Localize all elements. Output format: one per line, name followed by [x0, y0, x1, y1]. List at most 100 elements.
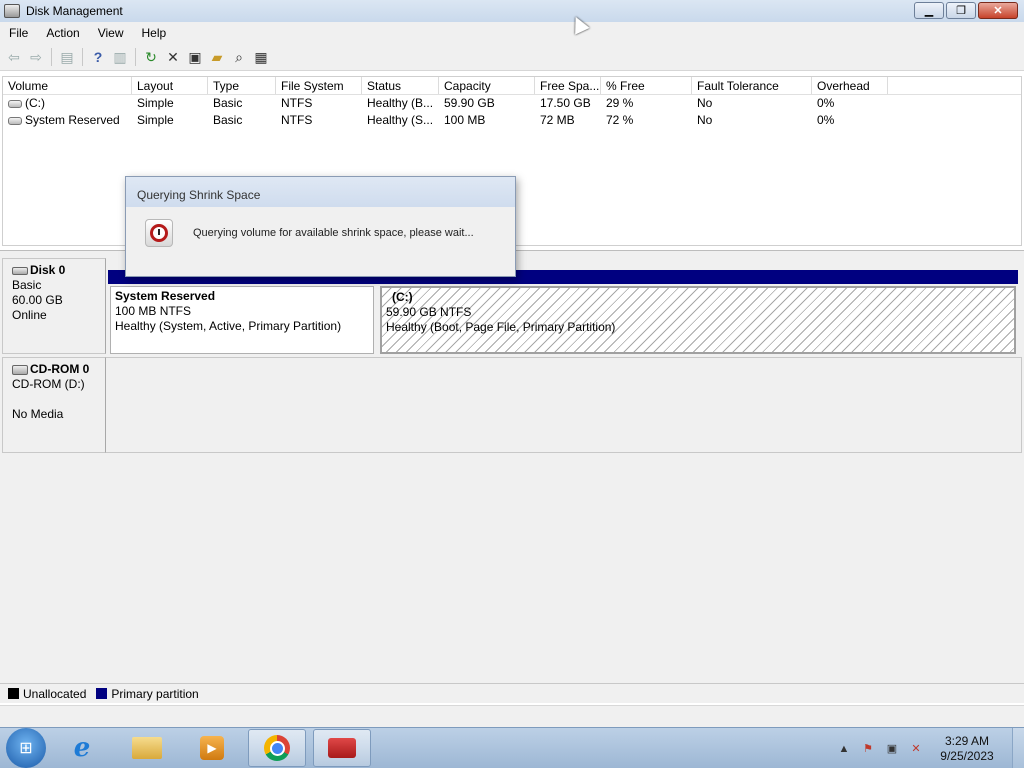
disk-0-size: 60.00 GB	[12, 293, 63, 307]
dialog-title: Querying Shrink Space	[126, 177, 515, 207]
menu-action[interactable]: Action	[37, 26, 88, 40]
cdrom-0-label[interactable]: CD-ROM 0 CD-ROM (D:) No Media	[2, 357, 106, 453]
type-cell: Basic	[213, 96, 243, 110]
column-header-volume[interactable]: Volume	[3, 77, 132, 94]
properties-icon[interactable]: ▣	[185, 47, 205, 67]
taskbar: ⊞ e ▶ ▲ ⚑ ▣ ✕ 3:29 AM 9/25/2023	[0, 727, 1024, 768]
toolbar-separator	[51, 48, 52, 66]
partition-size: 59.90 GB NTFS	[386, 305, 472, 319]
menu-file[interactable]: File	[0, 26, 37, 40]
hard-disk-icon	[12, 266, 28, 275]
clock-face	[150, 224, 168, 242]
column-header-type[interactable]: Type	[208, 77, 276, 94]
console-tree-icon[interactable]: ▤	[57, 47, 77, 67]
partition-system-reserved[interactable]: System Reserved 100 MB NTFS Healthy (Sys…	[110, 286, 374, 354]
toolbar-separator	[82, 48, 83, 66]
menu-help[interactable]: Help	[133, 26, 176, 40]
capacity-cell: 59.90 GB	[444, 96, 495, 110]
legend-primary-partition: Primary partition	[111, 686, 199, 701]
cdrom-0-name: CD-ROM 0	[30, 362, 90, 376]
fault-tolerance-cell: No	[697, 113, 713, 127]
back-icon[interactable]: ⇦	[4, 47, 24, 67]
maximize-button[interactable]: ❐	[946, 2, 976, 19]
disk-management-icon[interactable]	[313, 729, 371, 767]
table-row[interactable]: System Reserved Simple Basic NTFS Health…	[3, 112, 1021, 129]
network-icon[interactable]: ▣	[884, 741, 900, 757]
table-row[interactable]: (C:) Simple Basic NTFS Healthy (B... 59.…	[3, 95, 1021, 112]
querying-shrink-space-dialog: Querying Shrink Space Querying volume fo…	[125, 176, 516, 277]
column-header-status[interactable]: Status	[362, 77, 439, 94]
primary-partition-swatch	[96, 688, 108, 699]
layout-cell: Simple	[137, 113, 174, 127]
volume-name: (C:)	[25, 96, 45, 110]
free-space-cell: 17.50 GB	[540, 96, 591, 110]
windows-explorer-icon[interactable]	[118, 729, 176, 767]
type-cell: Basic	[213, 113, 243, 127]
show-desktop-button[interactable]	[1012, 728, 1024, 768]
status-cell: Healthy (B...	[367, 96, 434, 110]
volume-cell: System Reserved	[3, 112, 132, 129]
disk-0-name: Disk 0	[30, 263, 66, 277]
internet-explorer-icon[interactable]: e	[53, 729, 111, 767]
status-cell: Healthy (S...	[367, 113, 434, 127]
taskbar-clock[interactable]: 3:29 AM 9/25/2023	[932, 734, 1002, 764]
column-header-overhead[interactable]: Overhead	[812, 77, 888, 94]
partition-c[interactable]: (C:) 59.90 GB NTFS Healthy (Boot, Page F…	[380, 286, 1016, 354]
action-center-icon[interactable]: ⚑	[860, 741, 876, 757]
legend: Unallocated Primary partition	[0, 683, 1024, 703]
start-button[interactable]: ⊞	[6, 728, 46, 768]
capacity-cell: 100 MB	[444, 113, 486, 127]
status-bar	[0, 705, 1024, 727]
help-icon[interactable]: ?	[88, 47, 108, 67]
unallocated-swatch	[8, 688, 19, 699]
window-title: Disk Management	[26, 4, 123, 18]
menu-bar: File Action View Help	[0, 22, 1024, 44]
show-hidden-icons-icon[interactable]: ▲	[836, 741, 852, 757]
column-header-free-space[interactable]: Free Spa...	[535, 77, 601, 94]
cdrom-0-media: No Media	[12, 407, 64, 421]
disk-0-type: Basic	[12, 278, 42, 292]
percent-free-cell: 29 %	[606, 96, 634, 110]
legend-unallocated: Unallocated	[23, 686, 87, 701]
close-button[interactable]: ✕	[978, 2, 1018, 19]
volume-list-header: Volume Layout Type File System Status Ca…	[3, 77, 1021, 95]
column-header-percent-free[interactable]: % Free	[601, 77, 692, 94]
window-controls: ▁ ❐ ✕	[914, 2, 1018, 19]
file-system-cell: NTFS	[281, 96, 313, 110]
partition-status: Healthy (System, Active, Primary Partiti…	[115, 319, 342, 333]
cd-drive-icon	[12, 364, 28, 375]
forward-icon[interactable]: ⇨	[26, 47, 46, 67]
system-tray: ▲ ⚑ ▣ ✕ 3:29 AM 9/25/2023	[836, 728, 1024, 768]
drive-icon	[8, 99, 22, 108]
partition-name: System Reserved	[115, 289, 216, 303]
disk-0-label[interactable]: Disk 0 Basic 60.00 GB Online	[2, 258, 106, 354]
media-player-icon[interactable]: ▶	[183, 729, 241, 767]
refresh-icon[interactable]: ↻	[141, 47, 161, 67]
cdrom-0-body	[106, 357, 1022, 453]
open-icon[interactable]: ▰	[207, 47, 227, 67]
column-header-layout[interactable]: Layout	[132, 77, 208, 94]
column-header-capacity[interactable]: Capacity	[439, 77, 535, 94]
volume-name: System Reserved	[25, 113, 120, 127]
chrome-icon[interactable]	[248, 729, 306, 767]
toolbar-separator	[135, 48, 136, 66]
column-header-file-system[interactable]: File System	[276, 77, 362, 94]
show-hide-icon[interactable]: ▥	[110, 47, 130, 67]
menu-view[interactable]: View	[89, 26, 133, 40]
delete-icon[interactable]: ✕	[163, 47, 183, 67]
cdrom-0-name-line: CD-ROM 0	[12, 362, 105, 377]
overhead-cell: 0%	[817, 96, 835, 110]
disk-0-name-line: Disk 0	[12, 263, 105, 278]
disk-management-app-icon[interactable]	[4, 4, 20, 18]
clock-date: 9/25/2023	[940, 748, 994, 763]
cdrom-0-row: CD-ROM 0 CD-ROM (D:) No Media	[2, 357, 1022, 453]
drive-icon	[8, 116, 22, 125]
explore-icon[interactable]: ⌕	[229, 47, 249, 67]
settings-icon[interactable]: ▦	[251, 47, 271, 67]
column-header-fault-tolerance[interactable]: Fault Tolerance	[692, 77, 812, 94]
disk-graphical-view: Disk 0 Basic 60.00 GB Online System Rese…	[0, 250, 1024, 683]
clock-icon	[145, 219, 173, 247]
minimize-button[interactable]: ▁	[914, 2, 944, 19]
volume-muted-icon[interactable]: ✕	[908, 741, 924, 757]
